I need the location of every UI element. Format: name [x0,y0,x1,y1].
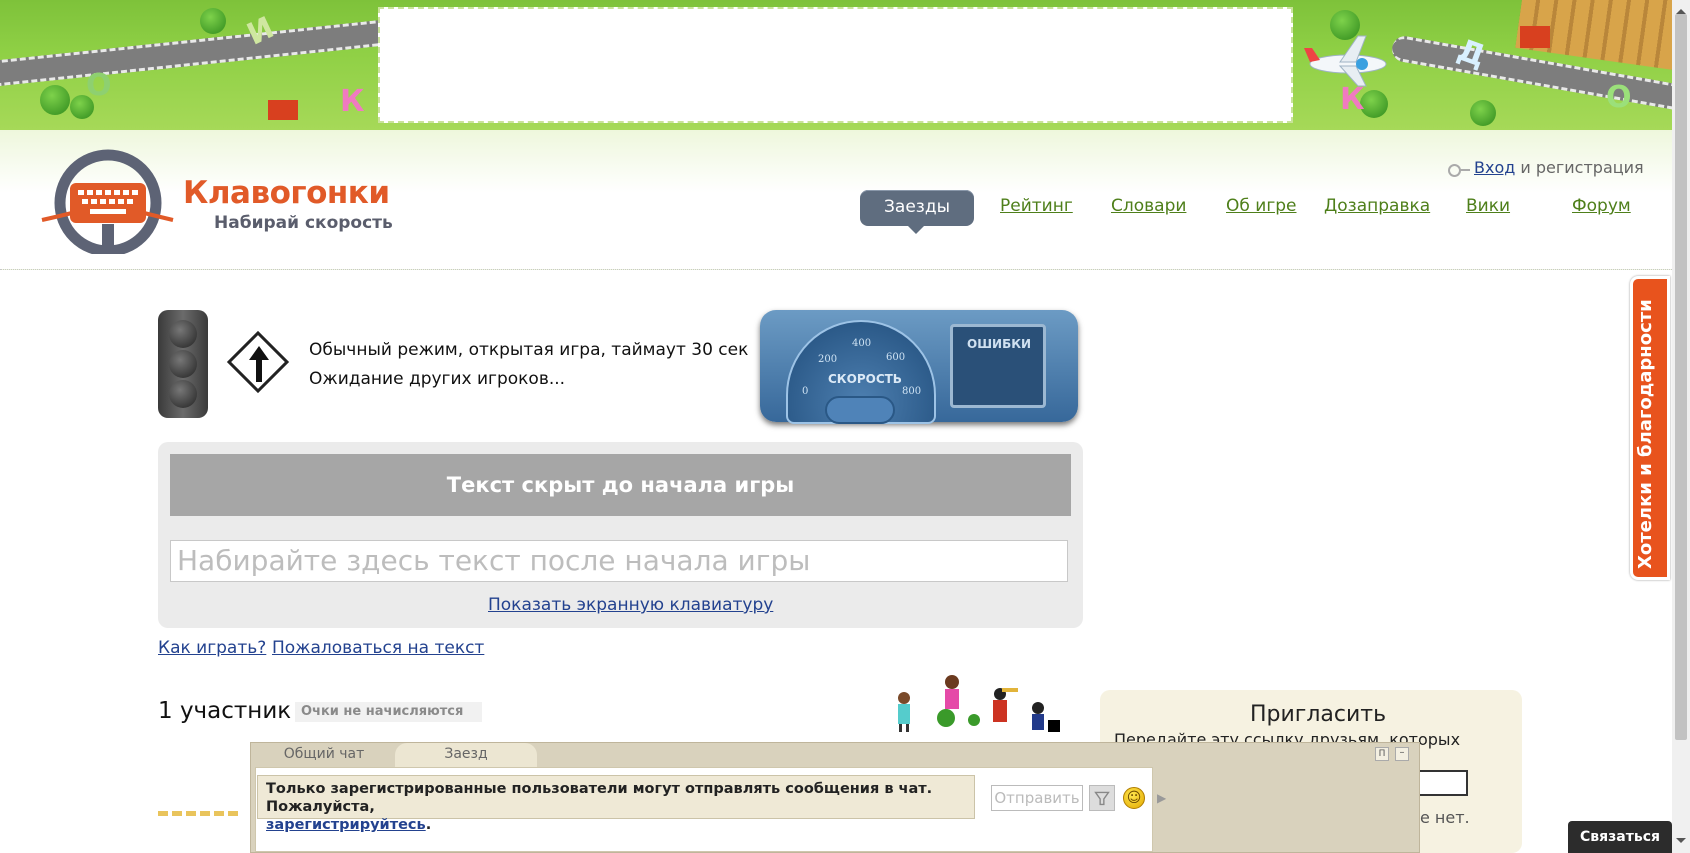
contact-button[interactable]: Связаться [1568,821,1672,853]
errors-panel: ОШИБКИ [950,324,1046,408]
feedback-label: Хотелки и благодарности [1635,299,1656,569]
login-link[interactable]: Вход [1474,158,1515,177]
nav-item-rating[interactable]: Рейтинг [1000,196,1073,216]
invite-title: Пригласить [1250,702,1387,727]
banner-letter: К [340,84,365,119]
book-icon [1520,26,1550,48]
logo-title[interactable]: Клавогонки [183,175,390,211]
key-icon [1448,163,1470,177]
show-keyboard-link[interactable]: Показать экранную клавиатуру [488,595,773,615]
nav-item-about[interactable]: Об игре [1226,196,1297,216]
filter-icon[interactable] [1089,785,1115,811]
chat-register-notice: Только зарегистрированные пользователи м… [257,775,975,833]
airplane-icon [1304,35,1387,87]
page: И О К К Д О Клавогонки Набирай скорость … [0,0,1690,853]
banner-letter: О [1606,80,1632,115]
progress-track [158,811,238,816]
traffic-light-icon [158,310,208,418]
complain-link[interactable]: Пожаловаться на текст [272,638,484,658]
tab-general-chat[interactable]: Общий чат [253,743,395,767]
speed-tick: 400 [852,338,872,349]
main-nav: Заезды Рейтинг Словари Об игре Дозаправк… [860,190,1640,234]
notice-text: Только зарегистрированные пользователи м… [266,781,933,815]
pin-icon[interactable]: П [1375,747,1389,761]
speed-tick: 200 [818,354,838,365]
scroll-up-icon[interactable] [1676,4,1686,14]
speed-label: СКОРОСТЬ [828,372,902,386]
book-icon [268,100,298,120]
hidden-text-banner: Текст скрыт до начала игры [170,454,1071,516]
game-mode-text: Обычный режим, открытая игра, таймаут 30… [309,340,749,360]
ad-placeholder[interactable] [378,7,1293,123]
speed-tick: 600 [886,352,906,363]
auth-area: Вход и регистрация [1448,158,1644,177]
smiley-icon[interactable]: ☺ [1123,787,1145,809]
chat-panel: Общий чат Заезд П – Только зарегистриров… [250,742,1420,853]
tab-race-chat[interactable]: Заезд [395,743,537,767]
typing-input[interactable]: Набирайте здесь текст после начала игры [170,540,1068,582]
how-to-play-link[interactable]: Как играть? [158,638,266,658]
spectators-icon [898,675,1060,732]
typing-panel: Текст скрыт до начала игры Набирайте зде… [158,442,1083,628]
nav-item-forum[interactable]: Форум [1572,196,1631,216]
nav-item-races[interactable]: Заезды [860,190,974,234]
waiting-status: Ожидание других игроков... [309,369,566,389]
errors-label: ОШИБКИ [967,337,1032,351]
feedback-side-tab[interactable]: Хотелки и благодарности [1630,276,1670,580]
register-text[interactable]: и регистрация [1520,158,1643,177]
scrollbar[interactable] [1672,0,1690,853]
participants-count: 1 участник [158,698,292,724]
site-header: Клавогонки Набирай скорость Вход и регис… [0,130,1672,270]
speed-tick: 0 [802,386,809,397]
invite-tail-text: е нет. [1420,808,1470,827]
scroll-down-icon[interactable] [1676,838,1686,848]
minimize-button[interactable]: – [1395,747,1409,761]
chat-userlist [1171,767,1417,852]
points-note-badge: Очки не начисляются [295,702,482,722]
invite-link-input[interactable] [1420,770,1468,796]
top-banner: И О К К Д О [0,0,1672,130]
scrollbar-thumb[interactable] [1675,14,1687,740]
dashboard: 0 200 400 600 800 СКОРОСТЬ ОШИБКИ [760,310,1078,424]
speedometer: 0 200 400 600 800 СКОРОСТЬ [786,320,936,424]
register-link[interactable]: зарегистрируйтесь [266,817,426,833]
steering-wheel-logo-icon[interactable] [40,148,175,254]
speed-tick: 800 [902,386,922,397]
nav-item-refuel[interactable]: Дозаправка [1324,196,1430,216]
speed-readout [825,396,895,424]
send-button[interactable]: Отправить [991,785,1083,811]
nav-item-dictionaries[interactable]: Словари [1111,196,1186,216]
nav-item-wiki[interactable]: Вики [1466,196,1510,216]
expand-arrow-icon[interactable]: ▶ [1157,791,1166,805]
arrow-up-icon [249,346,269,382]
logo-subtitle: Набирай скорость [214,213,393,233]
banner-letter: О [86,68,112,103]
